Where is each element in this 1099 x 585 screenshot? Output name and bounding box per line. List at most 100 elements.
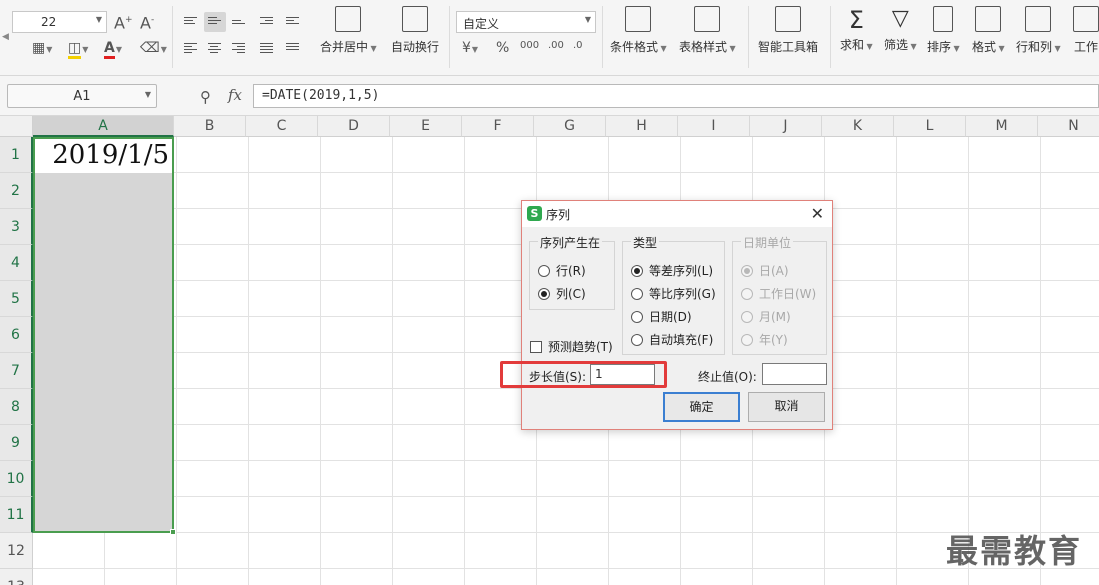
justify-icon[interactable] <box>256 38 278 58</box>
increase-font-icon[interactable]: A+ <box>114 12 133 31</box>
cancel-button[interactable]: 取消 <box>748 392 825 422</box>
row-header[interactable]: 6 <box>0 317 33 353</box>
table-style-button[interactable]: 表格样式 ▼ <box>679 6 736 55</box>
row-header[interactable]: 12 <box>0 533 33 569</box>
merge-center-button[interactable]: 合并居中 ▼ <box>320 6 377 55</box>
align-center-icon[interactable] <box>204 38 226 58</box>
trend-label: 预测趋势(T) <box>548 340 613 354</box>
row-header[interactable]: 3 <box>0 209 33 245</box>
row-header[interactable]: 2 <box>0 173 33 209</box>
row-header[interactable]: 9 <box>0 425 33 461</box>
sort-button[interactable]: 排序 ▼ <box>927 6 960 55</box>
row-header[interactable]: 13 <box>0 569 33 585</box>
radio-linear[interactable]: 等差序列(L) <box>631 262 713 279</box>
border-icon[interactable]: ▦▼ <box>32 40 52 58</box>
column-header[interactable]: B <box>174 116 246 137</box>
radio-weekday[interactable]: 工作日(W) <box>741 285 816 302</box>
ribbon-scroll-left-icon[interactable]: ◀ <box>2 32 9 42</box>
fx-icon[interactable]: fx <box>228 86 242 104</box>
row-header[interactable]: 11 <box>0 497 33 533</box>
radio-column-icon <box>538 288 550 300</box>
wrap-text-button[interactable]: 自动换行 <box>391 6 439 55</box>
thousands-icon[interactable]: 000 <box>520 38 539 54</box>
align-bottom-icon[interactable] <box>228 12 250 32</box>
column-header[interactable]: E <box>390 116 462 137</box>
formula-input[interactable]: =DATE(2019,1,5) <box>253 84 1099 108</box>
checkbox-icon <box>530 341 542 353</box>
fill-handle[interactable] <box>170 529 176 535</box>
number-format-select[interactable]: 自定义 ▼ <box>456 11 596 33</box>
trend-checkbox[interactable]: 预测趋势(T) <box>530 338 613 355</box>
format-icon <box>975 6 1002 32</box>
column-header[interactable]: G <box>534 116 606 137</box>
worksheet-label: 工作 <box>1073 40 1098 54</box>
selection-range[interactable] <box>33 137 176 535</box>
column-header[interactable]: J <box>750 116 822 137</box>
toolbox-icon <box>775 6 801 32</box>
row-header[interactable]: 5 <box>0 281 33 317</box>
type-title: 类型 <box>631 234 660 251</box>
worksheet-button[interactable]: 工作 <box>1073 6 1099 55</box>
watermark-text: 最需教育 <box>946 532 1083 570</box>
format-button[interactable]: 格式 ▼ <box>972 6 1005 55</box>
column-header[interactable]: H <box>606 116 678 137</box>
stop-value-input[interactable] <box>762 363 827 385</box>
column-header[interactable]: M <box>966 116 1038 137</box>
column-header[interactable]: L <box>894 116 966 137</box>
align-middle-icon[interactable] <box>204 12 226 32</box>
increase-decimal-icon[interactable]: .00 <box>548 38 564 54</box>
radio-month[interactable]: 月(M) <box>741 308 791 325</box>
sort-label: 排序 <box>927 40 952 54</box>
radio-day[interactable]: 日(A) <box>741 262 789 279</box>
radio-year[interactable]: 年(Y) <box>741 331 788 348</box>
radio-autofill[interactable]: 自动填充(F) <box>631 331 713 348</box>
align-top-icon[interactable] <box>180 12 202 32</box>
distributed-icon[interactable] <box>282 38 304 58</box>
clear-format-icon[interactable]: ⌫▼ <box>140 40 167 58</box>
row-header[interactable]: 7 <box>0 353 33 389</box>
decrease-decimal-icon[interactable]: .0 <box>573 38 583 54</box>
indent-decrease-icon[interactable] <box>256 12 278 32</box>
percent-icon[interactable]: % <box>496 40 509 56</box>
sum-button[interactable]: Σ 求和 ▼ <box>840 6 873 53</box>
column-header[interactable]: K <box>822 116 894 137</box>
close-icon[interactable]: ✕ <box>811 204 824 223</box>
wps-logo-icon: S <box>527 206 542 221</box>
conditional-format-button[interactable]: 条件格式 ▼ <box>610 6 667 55</box>
cell-a1-value: 2019/1/5 <box>52 140 169 170</box>
select-all-corner[interactable] <box>0 116 33 137</box>
currency-icon[interactable]: ¥▼ <box>462 40 478 58</box>
step-value-input[interactable]: 1 <box>590 364 655 385</box>
column-header[interactable]: F <box>462 116 534 137</box>
conditional-format-icon <box>625 6 652 32</box>
row-header[interactable]: 1 <box>0 137 33 173</box>
column-header[interactable]: C <box>246 116 318 137</box>
radio-growth-label: 等比序列(G) <box>649 287 716 301</box>
filter-button[interactable]: ▽ 筛选 ▼ <box>884 6 917 53</box>
indent-increase-icon[interactable] <box>282 12 304 32</box>
fill-color-icon[interactable]: ◫▼ <box>68 40 88 59</box>
radio-row[interactable]: 行(R) <box>538 262 586 279</box>
radio-month-label: 月(M) <box>759 310 791 324</box>
decrease-font-icon[interactable]: A- <box>140 12 154 31</box>
column-header[interactable]: D <box>318 116 390 137</box>
radio-date[interactable]: 日期(D) <box>631 308 692 325</box>
row-header[interactable]: 8 <box>0 389 33 425</box>
radio-growth[interactable]: 等比序列(G) <box>631 285 716 302</box>
column-header[interactable]: A <box>33 116 174 137</box>
align-right-icon[interactable] <box>228 38 250 58</box>
radio-column[interactable]: 列(C) <box>538 285 586 302</box>
column-header[interactable]: I <box>678 116 750 137</box>
row-header[interactable]: 10 <box>0 461 33 497</box>
column-header[interactable]: N <box>1038 116 1099 137</box>
name-box[interactable]: A1 ▼ <box>7 84 157 108</box>
row-col-button[interactable]: 行和列 ▼ <box>1016 6 1061 55</box>
ok-button[interactable]: 确定 <box>663 392 740 422</box>
filter-icon: ▽ <box>891 6 909 31</box>
zoom-icon[interactable]: ⚲ <box>200 88 211 106</box>
font-color-icon[interactable]: A▼ <box>104 40 122 59</box>
smart-tools-button[interactable]: 智能工具箱 <box>758 6 818 55</box>
align-left-icon[interactable] <box>180 38 202 58</box>
row-header[interactable]: 4 <box>0 245 33 281</box>
font-size-select[interactable]: 22 ▼ <box>12 11 107 33</box>
